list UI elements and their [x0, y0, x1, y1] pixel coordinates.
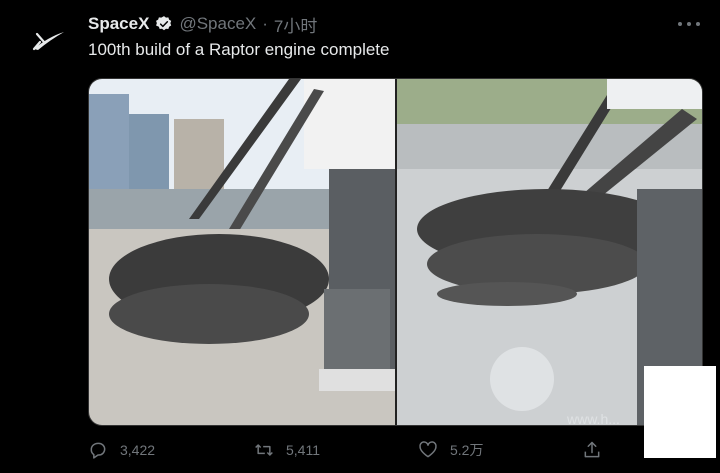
- action-bar: 3,422 5,411 5.2万: [88, 440, 618, 464]
- share-button[interactable]: [582, 440, 602, 460]
- share-icon: [584, 441, 600, 458]
- timestamp[interactable]: 7小时: [274, 12, 317, 37]
- watermark: www.h...: [566, 411, 620, 425]
- more-dot: [687, 22, 691, 26]
- team-photo-left: [89, 79, 395, 425]
- like-button[interactable]: 5.2万: [418, 440, 483, 460]
- avatar[interactable]: [28, 22, 68, 62]
- photo-left[interactable]: [89, 79, 395, 425]
- display-name[interactable]: SpaceX: [88, 14, 149, 34]
- tweet-header: SpaceX @SpaceX · 7小时: [88, 12, 317, 37]
- reply-count: 3,422: [120, 442, 156, 458]
- like-count: 5.2万: [450, 442, 484, 458]
- tweet-text: 100th build of a Raptor engine complete: [88, 40, 390, 59]
- media-grid: www.h...: [88, 78, 703, 426]
- reply-button[interactable]: 3,422: [88, 440, 155, 460]
- like-icon: [419, 441, 437, 458]
- retweet-button[interactable]: 5,411: [254, 440, 320, 460]
- white-overlay-box: [644, 366, 716, 458]
- retweet-icon: [255, 444, 273, 456]
- more-icon[interactable]: [678, 16, 700, 32]
- more-dot: [696, 22, 700, 26]
- spacex-logo-icon: [32, 32, 64, 51]
- more-dot: [678, 22, 682, 26]
- verified-badge-icon: [156, 16, 172, 31]
- retweet-count: 5,411: [286, 442, 320, 458]
- handle[interactable]: @SpaceX: [179, 14, 256, 34]
- separator-dot: ·: [262, 14, 268, 33]
- reply-icon: [90, 442, 106, 459]
